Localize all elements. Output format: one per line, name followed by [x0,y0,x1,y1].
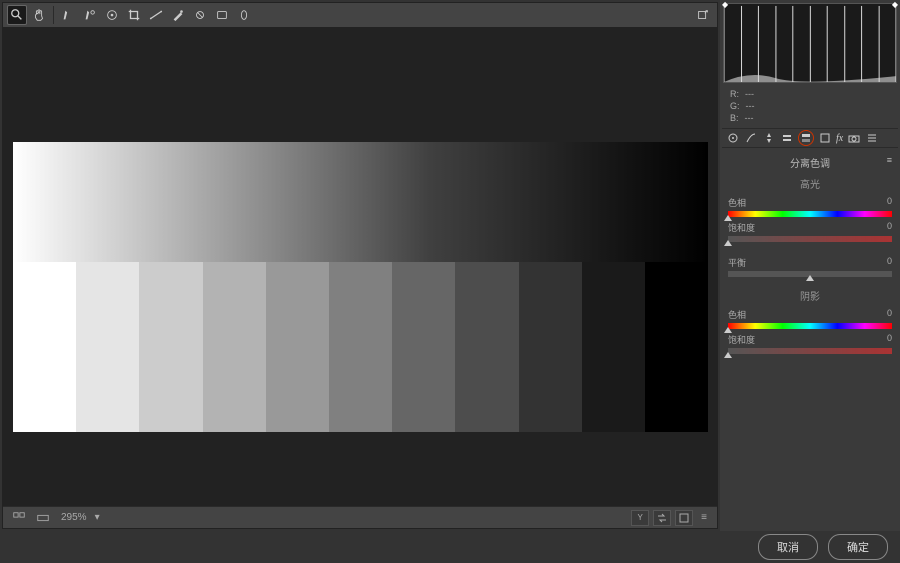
panel-menu-icon[interactable]: ≡ [887,155,892,165]
grid-icon[interactable] [9,508,29,528]
histogram: ◆ ◆ [723,3,897,83]
detail-tab-icon[interactable] [762,131,776,145]
hl-hue-label: 色相 [728,196,746,209]
sh-hue-slider[interactable] [728,323,892,329]
main-toolbar [3,3,717,27]
whitebalance-tool-icon[interactable] [58,5,78,25]
redeye-tool-icon[interactable] [190,5,210,25]
targeted-adjust-tool-icon[interactable] [102,5,122,25]
colorsampler-tool-icon[interactable] [80,5,100,25]
highlights-header: 高光 [728,173,892,194]
zoom-tool-icon[interactable] [7,5,27,25]
split-tone-tab-icon[interactable] [798,130,814,146]
camera-tab-icon[interactable] [847,131,861,145]
panel-title: 分离色调 [790,159,830,170]
hl-sat-label: 饱和度 [728,221,755,234]
shadows-header: 阴影 [728,285,892,306]
zoom-level[interactable]: 295% [57,512,91,523]
canvas[interactable] [3,27,717,506]
ok-button[interactable]: 确定 [828,534,888,560]
effects-tab-icon[interactable]: fx [836,133,843,144]
y-button[interactable]: Y [631,510,649,526]
hsl-tab-icon[interactable] [780,131,794,145]
rgb-readout: R: --- G: --- B: --- [722,84,898,128]
swap-button[interactable] [653,510,671,526]
sh-hue-label: 色相 [728,308,746,321]
hl-hue-value[interactable]: 0 [887,196,892,209]
filmstrip-icon[interactable] [33,508,53,528]
crop-tool-icon[interactable] [124,5,144,25]
split-toning-panel: 分离色调 ≡ 高光 色相 0 饱和度 0 平衡 0 阴影 [722,148,898,360]
hand-tool-icon[interactable] [29,5,49,25]
sh-sat-value[interactable]: 0 [887,333,892,346]
status-bar: 295% ▾ Y ≡ [3,506,717,528]
b-value: --- [745,112,754,124]
balance-slider[interactable] [728,271,892,277]
highlights-clip-icon[interactable]: ◆ [892,0,898,9]
basic-tab-icon[interactable] [726,131,740,145]
sh-sat-slider[interactable] [728,348,892,354]
view-menu-icon[interactable]: ≡ [697,512,711,523]
full-button[interactable] [675,510,693,526]
g-label: G: [730,100,740,112]
snapshot-tool-icon[interactable] [212,5,232,25]
lens-tab-icon[interactable] [818,131,832,145]
balance-label: 平衡 [728,256,746,269]
r-label: R: [730,88,739,100]
hl-sat-slider[interactable] [728,236,892,242]
prefs-tool-icon[interactable] [234,5,254,25]
bottom-bar: 取消 确定 [0,531,900,563]
gradient-strip [13,142,708,262]
image-preview [13,142,708,432]
balance-value[interactable]: 0 [887,256,892,269]
adjustment-tabs: fx [722,128,898,148]
hl-hue-slider[interactable] [728,211,892,217]
spot-removal-tool-icon[interactable] [168,5,188,25]
open-image-icon[interactable] [693,5,713,25]
grayscale-steps [13,262,708,432]
r-value: --- [745,88,754,100]
cancel-button[interactable]: 取消 [758,534,818,560]
g-value: --- [746,100,755,112]
sh-sat-label: 饱和度 [728,333,755,346]
straighten-tool-icon[interactable] [146,5,166,25]
curve-tab-icon[interactable] [744,131,758,145]
zoom-dropdown-icon[interactable]: ▾ [95,512,100,523]
sh-hue-value[interactable]: 0 [887,308,892,321]
b-label: B: [730,112,739,124]
shadows-clip-icon[interactable]: ◆ [722,0,728,9]
presets-tab-icon[interactable] [865,131,879,145]
hl-sat-value[interactable]: 0 [887,221,892,234]
